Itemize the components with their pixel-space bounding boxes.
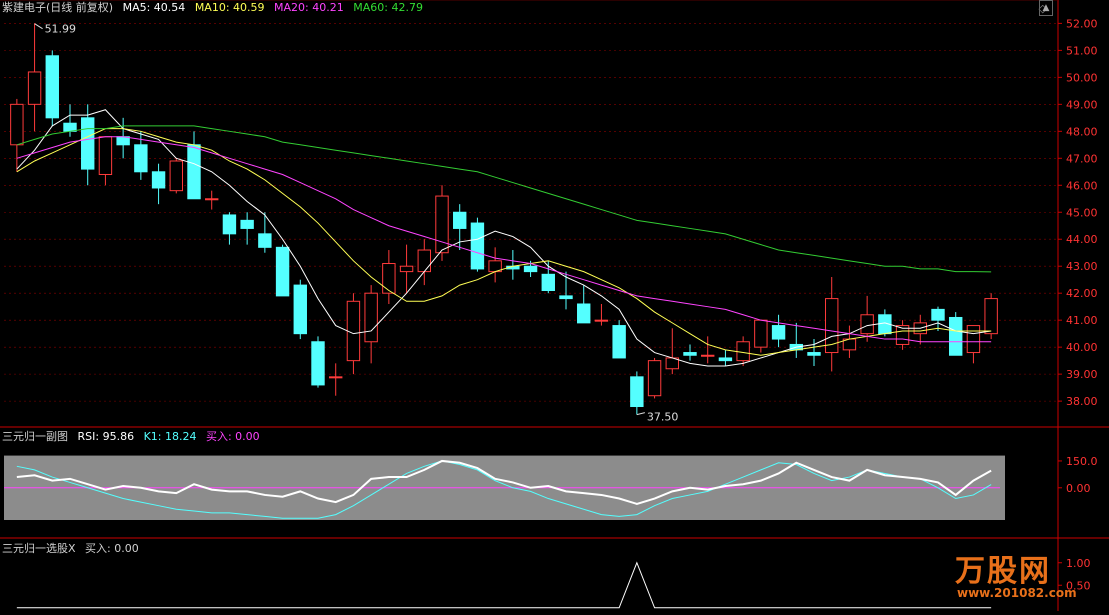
candle-body <box>931 308 945 321</box>
candle-body <box>169 160 183 192</box>
y-tick-label: 49.00 <box>1066 98 1098 111</box>
buy-label: 买入: 0.00 <box>205 430 260 443</box>
annotation-pointer <box>34 23 43 30</box>
stock-title: 紫建电子(日线 前复权) <box>2 1 114 14</box>
y-tick-label: 48.00 <box>1066 125 1098 138</box>
candle-body <box>718 357 733 362</box>
sub2-buy-label: 买入: 0.00 <box>85 542 139 555</box>
candle-body <box>541 273 555 291</box>
candle-body <box>435 195 449 254</box>
candle-body <box>949 316 963 356</box>
rsi-label: RSI: 95.86 <box>77 430 135 443</box>
y-tick-label: 41.00 <box>1066 314 1098 327</box>
candle-body <box>771 325 786 340</box>
ma10-label: MA10: 40.59 <box>194 1 265 14</box>
sub2-header: 三元归一选股X 买入: 0.00 <box>2 542 145 556</box>
candle-body <box>736 341 750 362</box>
ma20-label: MA20: 40.21 <box>274 1 344 14</box>
candle-body <box>612 325 626 359</box>
candle-body <box>275 246 290 297</box>
y-tick-label: 38.00 <box>1066 395 1098 408</box>
candle-body <box>417 249 431 273</box>
y-tick-label: 40.00 <box>1066 341 1098 354</box>
y-tick-label: 50.00 <box>1066 71 1098 84</box>
y-tick-label: 39.00 <box>1066 368 1098 381</box>
candle-body <box>151 171 166 189</box>
sub1-header: 三元归一副图 RSI: 95.86 K1: 18.24 买入: 0.00 <box>2 430 266 444</box>
candle-body <box>630 376 644 408</box>
chart-canvas[interactable]: 52.00 51.00 50.00 49.00 48.00 47.00 46.00 45.00… <box>0 0 1109 611</box>
candle-body <box>187 144 201 200</box>
annotation-label: 37.50 <box>647 411 679 424</box>
candle-body <box>577 303 591 324</box>
candle-body <box>453 211 467 229</box>
brand-url: www.201082.com <box>957 586 1077 600</box>
candle-body <box>63 122 77 132</box>
line-ma5 <box>16 109 992 367</box>
candle-body <box>594 319 609 322</box>
candle-body <box>966 325 981 354</box>
y-tick-label: 44.00 <box>1066 233 1098 246</box>
stock-chart-window: 52.00 51.00 50.00 49.00 48.00 47.00 46.00 45.00… <box>0 0 1109 611</box>
candle-body <box>860 314 874 335</box>
y-tick-label: 42.00 <box>1066 287 1098 300</box>
y-tick-label: 46.00 <box>1066 179 1098 192</box>
y-tick-label: 0.00 <box>1066 482 1091 495</box>
y-tick-label: 47.00 <box>1066 152 1098 165</box>
sub1-title: 三元归一副图 <box>2 430 68 443</box>
ma60-label: MA60: 42.79 <box>353 1 423 14</box>
candle-body <box>701 354 715 357</box>
candle-body <box>10 103 24 146</box>
candle-body <box>258 233 272 248</box>
candle-body <box>45 55 59 119</box>
candle-body <box>559 295 573 300</box>
candle-body <box>240 219 254 229</box>
candle-body <box>205 198 219 201</box>
candle-body <box>346 300 361 362</box>
candle-body <box>807 352 821 356</box>
line-ma60 <box>16 125 992 273</box>
annotation-label: 51.99 <box>45 23 76 36</box>
y-tick-label: 51.00 <box>1066 44 1098 57</box>
brand-name: 万股网 <box>955 554 1051 589</box>
ma5-label: MA5: 40.54 <box>122 1 186 14</box>
candle-body <box>984 298 998 335</box>
candle-body <box>470 222 485 270</box>
candle-body <box>382 263 396 294</box>
candle-body <box>329 376 343 379</box>
candle-body <box>364 292 378 343</box>
y-tick-label: 45.00 <box>1066 206 1098 219</box>
y-tick-label: 150.0 <box>1066 455 1098 468</box>
k1-label: K1: 18.24 <box>143 430 197 443</box>
candle-body <box>222 214 237 235</box>
candle-body <box>683 352 697 356</box>
candle-body <box>116 136 130 146</box>
candle-body <box>754 319 768 348</box>
annotation-pointer <box>636 412 645 416</box>
candle-body <box>134 144 148 173</box>
candle-body <box>98 136 113 175</box>
candle-body <box>399 265 414 273</box>
line-buy-signal <box>16 561 992 609</box>
candle-body <box>523 265 538 273</box>
candle-body <box>293 284 307 335</box>
chevron-up-icon[interactable]: ▲ <box>1039 0 1053 16</box>
brand-logo: 万股网 www.201082.com <box>955 546 1085 606</box>
main-chart-header: 紫建电子(日线 前复权) MA5: 40.54 MA10: 40.59 MA20… <box>2 1 429 15</box>
candle-body <box>81 117 95 170</box>
candle-body <box>27 71 42 105</box>
candle-body <box>647 360 662 397</box>
y-tick-label: 43.00 <box>1066 260 1098 273</box>
sub2-title: 三元归一选股X <box>2 542 76 555</box>
y-tick-label: 52.00 <box>1066 17 1098 30</box>
candle-body <box>311 341 325 386</box>
line-ma10 <box>16 128 992 356</box>
